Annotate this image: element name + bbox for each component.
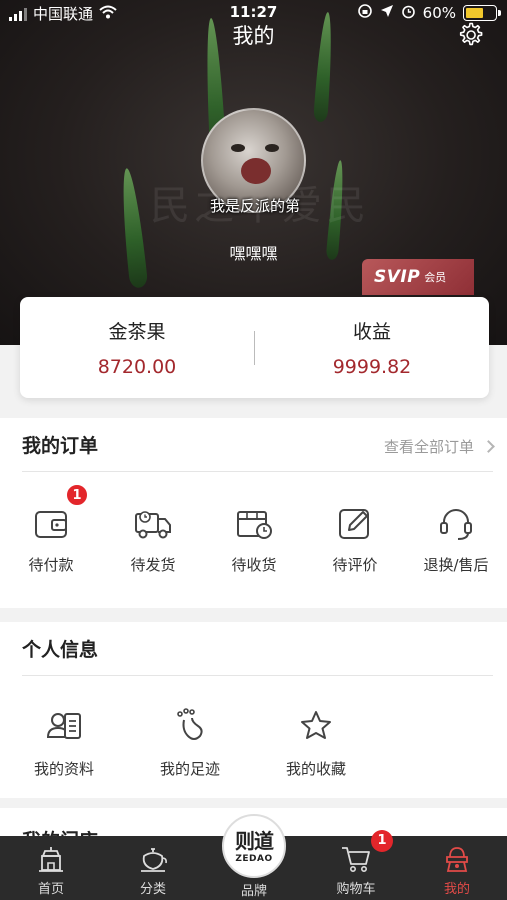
svip-label: SVIP — [374, 267, 421, 287]
cart-icon — [340, 844, 372, 874]
brand-logo-text: 则道 — [235, 829, 274, 853]
order-label: 待发货 — [130, 556, 176, 574]
orders-header: 我的订单 查看全部订单 — [22, 418, 495, 472]
footprint-icon — [170, 706, 210, 746]
order-pending-shipment[interactable]: 待发货 — [103, 504, 203, 575]
my-footprint-item[interactable]: 我的足迹 — [140, 706, 240, 779]
asset-label: 收益 — [352, 321, 391, 343]
order-pending-payment[interactable]: 待付款 — [1, 504, 101, 575]
tab-label: 我的 — [443, 882, 470, 897]
order-pending-review[interactable]: 待评价 — [305, 504, 405, 575]
my-favorites-item[interactable]: 我的收藏 — [266, 706, 366, 779]
svip-sublabel: 会员 — [424, 271, 447, 284]
info-label: 我的资料 — [33, 760, 94, 778]
tab-label: 分类 — [139, 882, 166, 897]
settings-gear-icon[interactable] — [457, 22, 483, 48]
edit-review-icon — [335, 504, 375, 544]
tab-brand-label[interactable]: 品牌 — [228, 880, 280, 899]
personal-info-header: 个人信息 — [22, 622, 493, 676]
view-all-orders-link[interactable]: 查看全部订单 — [383, 436, 495, 457]
view-all-label: 查看全部订单 — [383, 438, 474, 456]
tab-label: 首页 — [37, 882, 64, 897]
order-label: 待收货 — [231, 556, 277, 574]
page-title: 我的 — [232, 24, 275, 48]
tab-home[interactable]: 首页 — [1, 836, 101, 900]
order-label: 待评价 — [332, 556, 378, 574]
profile-card-icon — [44, 706, 84, 746]
section-title: 我的订单 — [22, 435, 99, 457]
asset-value: 9999.82 — [332, 356, 412, 378]
profile-header: 民之不爱民 中国联通 11:27 60% 我的 — [0, 0, 507, 345]
chevron-right-icon — [482, 440, 495, 453]
orders-section: 我的订单 查看全部订单 待付款 待发货 待收货 待评价 退换/售后 — [0, 418, 507, 608]
teapot-icon — [137, 844, 169, 874]
svip-badge[interactable]: SVIP 会员 — [362, 259, 474, 295]
personal-info-section: 个人信息 我的资料 我的足迹 我的收藏 — [0, 622, 507, 798]
asset-value: 8720.00 — [97, 356, 177, 378]
profile-icon — [441, 844, 473, 874]
delivery-truck-icon — [133, 504, 173, 544]
asset-earnings[interactable]: 收益 9999.82 — [255, 317, 489, 378]
battery-icon — [463, 5, 501, 21]
pending-payment-badge: 1 — [66, 484, 88, 506]
headset-icon — [436, 504, 476, 544]
section-title: 个人信息 — [22, 639, 99, 661]
order-after-sales[interactable]: 退换/售后 — [406, 504, 506, 575]
avatar-caption: 我是反派的第 — [209, 197, 300, 215]
leaf-decoration — [117, 167, 149, 289]
order-pending-receipt[interactable]: 待收货 — [204, 504, 304, 575]
cart-badge: 1 — [371, 830, 393, 852]
home-icon — [35, 844, 67, 874]
tab-category[interactable]: 分类 — [103, 836, 203, 900]
info-label: 我的足迹 — [159, 760, 220, 778]
order-label: 待付款 — [28, 556, 74, 574]
asset-label: 金茶果 — [108, 321, 166, 343]
asset-tea-fruit[interactable]: 金茶果 8720.00 — [20, 317, 254, 378]
tab-label: 购物车 — [336, 882, 376, 897]
star-icon — [296, 706, 336, 746]
my-profile-item[interactable]: 我的资料 — [14, 706, 114, 779]
tab-brand-logo[interactable]: 则道 ZEDAO — [222, 814, 286, 878]
brand-logo-en: ZEDAO — [235, 854, 273, 864]
wallet-icon — [31, 504, 71, 544]
info-label: 我的收藏 — [285, 760, 346, 778]
assets-card: 金茶果 8720.00 收益 9999.82 — [20, 297, 489, 398]
tab-mine[interactable]: 我的 — [407, 836, 507, 900]
order-label: 退换/售后 — [423, 556, 489, 574]
package-clock-icon — [234, 504, 274, 544]
